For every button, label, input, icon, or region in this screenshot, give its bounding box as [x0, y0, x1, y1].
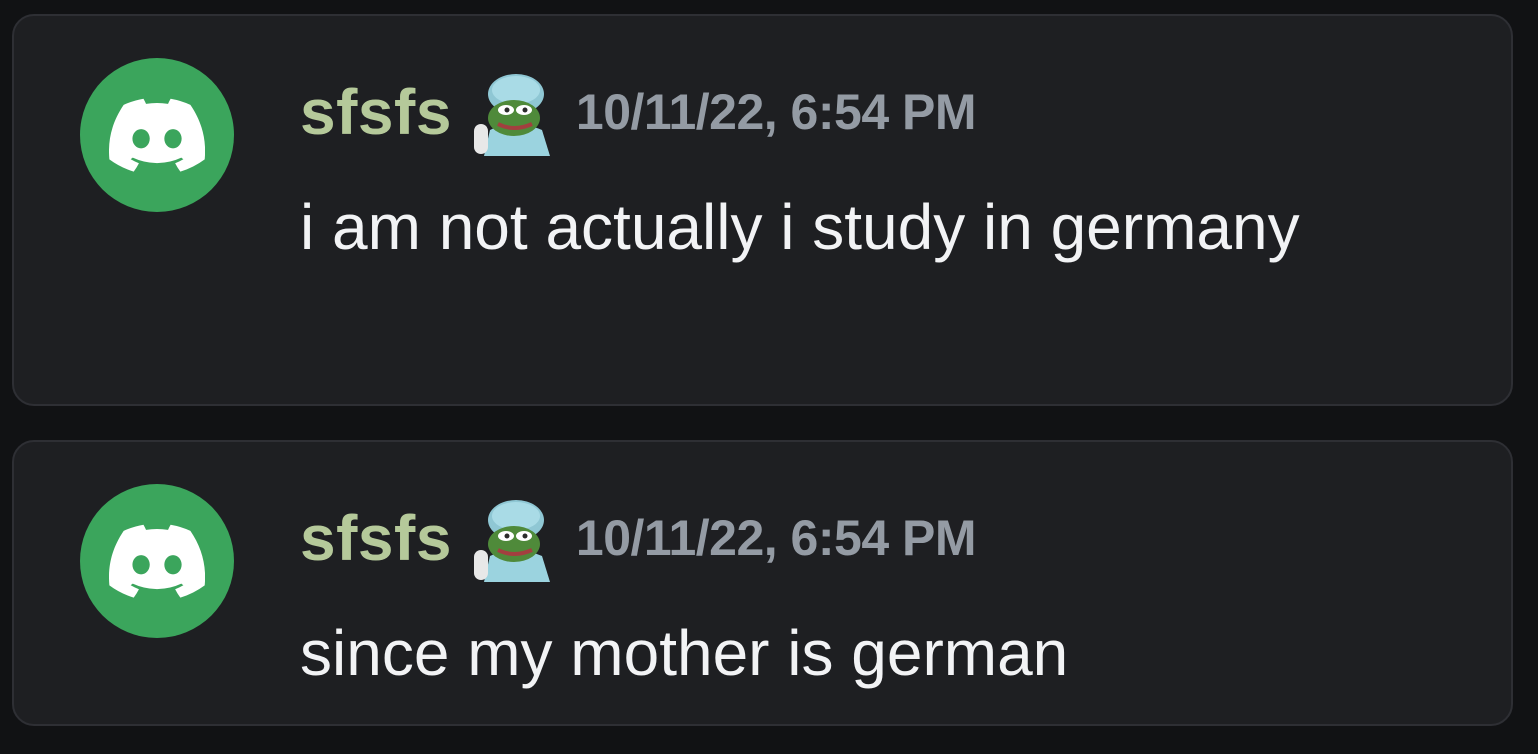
pepe-doctor-icon[interactable]	[470, 494, 554, 582]
message-card: sfsfs 10/11/22, 6:54 PM i am not actuall…	[12, 14, 1513, 406]
discord-logo-icon	[109, 524, 205, 598]
avatar[interactable]	[80, 484, 234, 638]
timestamp[interactable]: 10/11/22, 6:54 PM	[576, 83, 977, 141]
username[interactable]: sfsfs	[300, 501, 452, 575]
message-header: sfsfs 10/11/22, 6:54 PM	[300, 500, 977, 582]
pepe-doctor-icon[interactable]	[470, 68, 554, 156]
message-content: i am not actually i study in germany	[300, 191, 1300, 263]
message-header: sfsfs 10/11/22, 6:54 PM	[300, 74, 977, 156]
timestamp[interactable]: 10/11/22, 6:54 PM	[576, 509, 977, 567]
discord-logo-icon	[109, 98, 205, 172]
message-card: sfsfs 10/11/22, 6:54 PM since my mother …	[12, 440, 1513, 726]
message-content: since my mother is german	[300, 617, 1069, 689]
avatar[interactable]	[80, 58, 234, 212]
username[interactable]: sfsfs	[300, 75, 452, 149]
